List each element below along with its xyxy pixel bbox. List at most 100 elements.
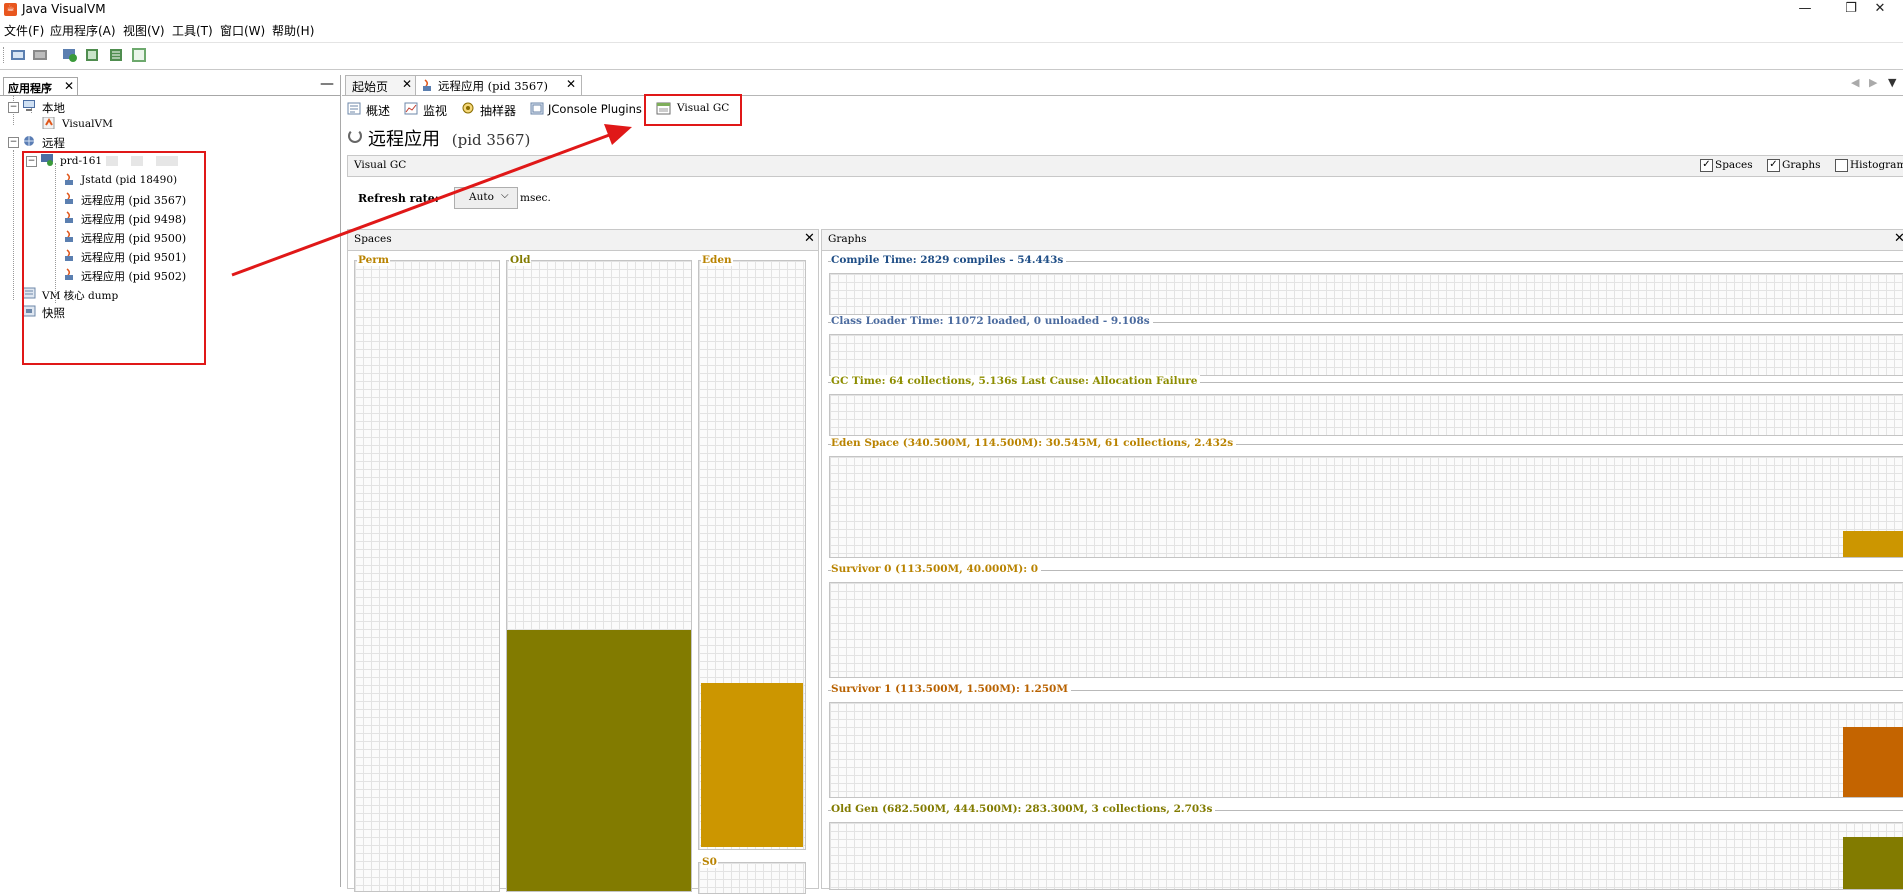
annotation-highlight-box <box>22 151 206 365</box>
eden-space-graph <box>829 456 1903 558</box>
add-jmx-icon[interactable] <box>62 47 78 63</box>
tab-list-dropdown-icon[interactable]: ▼ <box>1888 76 1896 89</box>
page-title: 远程应用 (pid 3567) <box>368 125 530 151</box>
spaces-checkbox-label: Spaces <box>1715 159 1753 171</box>
tab-sampler[interactable]: 抽样器 <box>459 99 523 119</box>
close-icon[interactable]: ✕ <box>1894 231 1903 246</box>
sampler-icon <box>462 102 474 114</box>
snapshot-icon[interactable] <box>131 47 147 63</box>
menu-window[interactable]: 窗口(W) <box>220 22 265 39</box>
thread-dump-icon[interactable] <box>108 47 124 63</box>
tab-overview-label: 概述 <box>366 104 391 118</box>
spaces-panel-title: Spaces <box>354 233 392 245</box>
tree-label-local: 本地 <box>42 101 65 115</box>
tab-start-page-label: 起始页 <box>352 80 389 94</box>
title-bar: ☕ Java VisualVM — ❐ ✕ <box>0 0 1903 19</box>
tab-close-icon[interactable]: ✕ <box>64 79 74 93</box>
close-button[interactable]: ✕ <box>1857 0 1903 19</box>
menu-help[interactable]: 帮助(H) <box>272 22 314 39</box>
gc-time-graph-title: GC Time: 64 collections, 5.136s Last Cau… <box>831 375 1201 387</box>
chevron-down-icon: ⌵ <box>501 190 509 201</box>
eden-space-fill <box>701 683 803 847</box>
eden-space-grid <box>698 260 806 850</box>
old-space-label: Old <box>509 254 532 266</box>
heap-dump-icon[interactable] <box>85 47 101 63</box>
monitor-icon <box>404 102 418 115</box>
minimize-button[interactable]: — <box>1782 0 1828 19</box>
spaces-checkbox[interactable]: ✓ <box>1700 159 1713 172</box>
survivor1-graph-title: Survivor 1 (113.500M, 1.500M): 1.250M <box>831 683 1071 695</box>
menu-tools[interactable]: 工具(T) <box>172 22 213 39</box>
tab-applications[interactable]: 应用程序 ✕ <box>3 77 78 96</box>
histogram-checkbox-label: Histogram <box>1850 159 1903 171</box>
tab-applications-label: 应用程序 <box>8 82 52 95</box>
tab-jconsole-label: JConsole Plugins <box>548 102 642 116</box>
page-title-label: 远程应用 <box>368 129 440 150</box>
tab-jconsole-plugins[interactable]: JConsole Plugins <box>528 99 648 119</box>
tree-label-remote: 远程 <box>42 136 65 150</box>
spaces-panel: Spaces ✕ Perm Old Eden S0 <box>347 229 819 894</box>
add-application-icon[interactable] <box>10 47 26 63</box>
tab-overview[interactable]: 概述 <box>345 99 397 119</box>
toolbar-grip <box>3 47 6 63</box>
tab-start-page[interactable]: 起始页 ✕ <box>345 75 417 96</box>
loading-spinner-icon <box>348 129 362 143</box>
eden-space-label: Eden <box>701 254 733 266</box>
java-process-icon <box>423 79 431 91</box>
survivor0-graph <box>829 582 1903 678</box>
histogram-checkbox[interactable] <box>1835 159 1848 172</box>
perm-space-label: Perm <box>357 254 390 266</box>
tab-sampler-label: 抽样器 <box>480 104 517 118</box>
jconsole-icon <box>530 102 544 115</box>
tab-underline <box>0 95 340 96</box>
menu-view[interactable]: 视图(V) <box>123 22 165 39</box>
page-title-pid: (pid 3567) <box>451 131 531 149</box>
old-space-fill <box>507 630 691 891</box>
annotation-highlight-box <box>644 94 742 126</box>
close-icon[interactable]: ✕ <box>804 231 815 246</box>
refresh-rate-unit: msec. <box>520 192 551 204</box>
survivor1-usage-bar <box>1843 727 1903 797</box>
menu-file[interactable]: 文件(F) <box>4 22 44 39</box>
tab-close-icon[interactable]: ✕ <box>402 77 412 91</box>
tree-label-visualvm: VisualVM <box>62 118 113 130</box>
compile-time-graph-title: Compile Time: 2829 compiles - 54.443s <box>831 254 1067 266</box>
graphs-panel: Graphs ✕ Compile Time: 2829 compiles - 5… <box>821 229 1903 890</box>
menu-application[interactable]: 应用程序(A) <box>50 22 116 39</box>
tree-line <box>13 150 14 300</box>
perm-space-grid <box>354 260 500 892</box>
minimize-panel-icon[interactable]: — <box>320 76 334 92</box>
section-title: Visual GC <box>354 159 407 171</box>
graphs-panel-header: Graphs ✕ <box>822 230 1903 251</box>
collapse-icon[interactable]: − <box>8 102 19 113</box>
visualvm-icon <box>42 117 55 129</box>
class-loader-graph-title: Class Loader Time: 11072 loaded, 0 unloa… <box>831 315 1153 327</box>
graphs-checkbox[interactable]: ✓ <box>1767 159 1780 172</box>
scroll-right-icon[interactable]: ▶ <box>1869 76 1877 89</box>
toolbar <box>0 42 1903 70</box>
tab-remote-app-label: 远程应用 (pid 3567) <box>438 79 548 93</box>
remote-network-icon <box>24 136 34 146</box>
add-host-icon[interactable] <box>32 47 48 63</box>
main-content: 起始页 ✕ 远程应用 (pid 3567) ✕ ◀ ▶ ▼ 概述 监视 抽样器 … <box>342 75 1903 894</box>
tab-close-icon[interactable]: ✕ <box>566 77 576 91</box>
applications-panel: 应用程序 ✕ — − 本地 VisualVM − 远程 − prd-161 Js… <box>0 75 341 887</box>
tab-strip-line <box>342 95 1903 96</box>
window-title: Java VisualVM <box>22 2 106 16</box>
spaces-panel-header: Spaces ✕ <box>348 230 818 251</box>
tab-remote-app-3567[interactable]: 远程应用 (pid 3567) ✕ <box>415 75 582 96</box>
collapse-icon[interactable]: − <box>8 137 19 148</box>
old-gen-usage-bar <box>1843 837 1903 889</box>
s0-space-label: S0 <box>701 856 718 868</box>
scroll-left-icon[interactable]: ◀ <box>1851 76 1859 89</box>
old-gen-graph <box>829 822 1903 890</box>
graphs-checkbox-label: Graphs <box>1782 159 1821 171</box>
eden-usage-bar <box>1843 531 1903 557</box>
tab-monitor-label: 监视 <box>423 104 448 118</box>
tab-monitor[interactable]: 监视 <box>402 99 454 119</box>
refresh-rate-value: Auto <box>469 191 494 203</box>
survivor1-graph <box>829 702 1903 798</box>
java-app-icon: ☕ <box>4 3 17 16</box>
gc-time-graph <box>829 394 1903 436</box>
refresh-rate-select[interactable]: Auto ⌵ <box>454 187 518 209</box>
